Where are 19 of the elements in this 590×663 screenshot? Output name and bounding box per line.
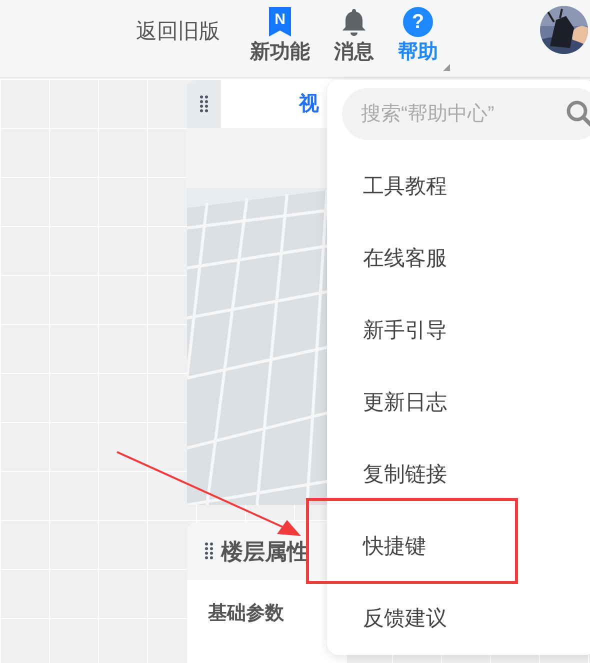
menu-item[interactable]: 工具教程 xyxy=(327,151,590,223)
search-icon[interactable] xyxy=(566,100,590,128)
bell-icon xyxy=(341,6,367,36)
menu-item[interactable]: 反馈建议 xyxy=(327,583,590,655)
menu-item[interactable]: 在线客服 xyxy=(327,223,590,295)
help-icon: ? xyxy=(403,6,433,36)
drag-handle-icon[interactable] xyxy=(205,542,213,560)
section-label: 基础参数 xyxy=(207,602,285,626)
view-title[interactable]: 视 xyxy=(299,89,319,119)
menu-item[interactable]: 复制链接 xyxy=(327,439,590,511)
menu-item[interactable]: 更新日志 xyxy=(327,367,590,439)
nav-tab[interactable]: N 新功能 xyxy=(250,6,322,70)
drag-handle-icon[interactable] xyxy=(200,95,208,113)
bookmark-icon: N xyxy=(269,6,291,36)
menu-item[interactable]: 新手引导 xyxy=(327,295,590,367)
nav-tab[interactable]: 消息 xyxy=(334,6,386,70)
search-field[interactable]: 搜索“帮助中心” xyxy=(342,88,590,140)
menu-item-label: 快捷键 xyxy=(363,534,426,560)
back-link[interactable]: 返回旧版 xyxy=(136,16,220,48)
